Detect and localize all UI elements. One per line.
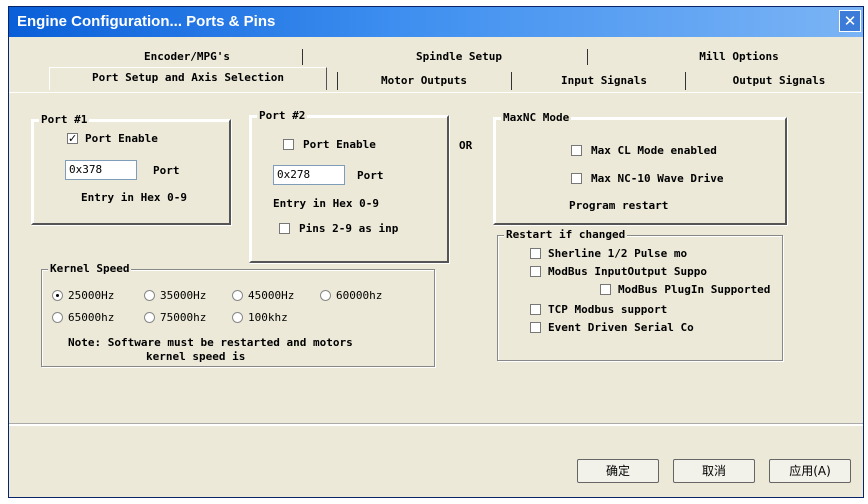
kernel-option-label: 25000Hz: [68, 289, 115, 302]
tab-divider: [587, 49, 588, 65]
tab-divider: [302, 49, 303, 65]
port2-group: Port #2 Port Enable 0x278 Port Entry in …: [249, 109, 449, 263]
port2-hint: Entry in Hex 0-9: [273, 197, 379, 210]
close-icon[interactable]: ✕: [839, 10, 861, 32]
tab-divider: [337, 72, 338, 90]
kernel-radio-100k[interactable]: [232, 312, 243, 323]
kernel-note-line1: Note: Software must be restarted and mot…: [68, 336, 353, 349]
tab-mill-options[interactable]: Mill Options: [629, 48, 849, 66]
tab-divider: [511, 72, 512, 90]
port1-enable-label: Port Enable: [85, 132, 158, 145]
kernel-option-label: 60000hz: [336, 289, 383, 302]
tab-spindle-setup[interactable]: Spindle Setup: [349, 48, 569, 66]
tab-motor-outputs[interactable]: Motor Outputs: [349, 72, 499, 90]
tcp-modbus-label: TCP Modbus support: [548, 303, 668, 316]
title-bar: Engine Configuration... Ports & Pins ✕: [9, 7, 863, 37]
cancel-button[interactable]: 取消: [673, 459, 755, 483]
maxnc-restart-note: Program restart: [569, 199, 669, 212]
serial-label: Event Driven Serial Co: [548, 321, 694, 334]
apply-button[interactable]: 应用(A): [769, 459, 851, 483]
maxnc-wave-checkbox[interactable]: [571, 173, 582, 184]
tab-panel-edge: [9, 92, 863, 93]
port1-address-label: Port: [153, 164, 180, 177]
restart-title: Restart if changed: [504, 228, 628, 241]
modbus-io-checkbox[interactable]: [530, 266, 541, 277]
tab-encoder-mpg[interactable]: Encoder/MPG's: [77, 48, 297, 66]
tcp-modbus-checkbox[interactable]: [530, 304, 541, 315]
tab-port-setup[interactable]: Port Setup and Axis Selection: [49, 67, 327, 90]
kernel-radio-65000[interactable]: [52, 312, 63, 323]
port2-address-input[interactable]: 0x278: [273, 165, 345, 185]
maxnc-wave-label: Max NC-10 Wave Drive: [591, 172, 724, 185]
kernel-radio-60000[interactable]: [320, 290, 331, 301]
engine-config-window: Engine Configuration... Ports & Pins ✕ E…: [8, 6, 864, 498]
port2-enable-label: Port Enable: [303, 138, 376, 151]
modbus-plugin-checkbox[interactable]: [600, 284, 611, 295]
ok-button[interactable]: 确定: [577, 459, 659, 483]
port2-pins-label: Pins 2-9 as inp: [299, 222, 399, 235]
kernel-speed-group: Kernel Speed 25000Hz 35000Hz 45000Hz 600…: [41, 262, 435, 367]
sherline-checkbox[interactable]: [530, 248, 541, 259]
serial-checkbox[interactable]: [530, 322, 541, 333]
kernel-speed-title: Kernel Speed: [48, 262, 132, 275]
port1-hint: Entry in Hex 0-9: [81, 191, 187, 204]
kernel-option-label: 35000Hz: [160, 289, 207, 302]
port1-group: Port #1 ✓ Port Enable 0x378 Port Entry i…: [31, 113, 231, 225]
kernel-radio-45000[interactable]: [232, 290, 243, 301]
footer-divider: [9, 423, 863, 426]
modbus-io-label: ModBus InputOutput Suppo: [548, 265, 707, 278]
port1-title: Port #1: [39, 113, 90, 126]
restart-group: Restart if changed Sherline 1/2 Pulse mo…: [497, 228, 783, 361]
port1-address-input[interactable]: 0x378: [65, 160, 137, 180]
port2-address-label: Port: [357, 169, 384, 182]
port2-title: Port #2: [257, 109, 308, 122]
port2-pins-checkbox[interactable]: [279, 223, 290, 234]
kernel-option-label: 45000Hz: [248, 289, 295, 302]
kernel-option-label: 75000hz: [160, 311, 207, 324]
maxnc-group: MaxNC Mode Max CL Mode enabled Max NC-10…: [493, 111, 787, 225]
kernel-radio-25000[interactable]: [52, 290, 63, 301]
port1-enable-checkbox[interactable]: ✓: [67, 133, 78, 144]
tab-input-signals[interactable]: Input Signals: [524, 72, 684, 90]
sherline-label: Sherline 1/2 Pulse mo: [548, 247, 688, 260]
kernel-note-line2: kernel speed is: [146, 350, 246, 363]
kernel-radio-35000[interactable]: [144, 290, 155, 301]
kernel-radio-75000[interactable]: [144, 312, 155, 323]
port2-enable-checkbox[interactable]: [283, 139, 294, 150]
or-label: OR: [459, 139, 473, 152]
modbus-plugin-label: ModBus PlugIn Supported: [618, 283, 771, 296]
window-title: Engine Configuration... Ports & Pins: [17, 13, 276, 30]
kernel-option-label: 65000hz: [68, 311, 115, 324]
maxnc-title: MaxNC Mode: [501, 111, 572, 124]
maxnc-cl-checkbox[interactable]: [571, 145, 582, 156]
tab-divider: [685, 72, 686, 90]
maxnc-cl-label: Max CL Mode enabled: [591, 144, 717, 157]
kernel-option-label: 100khz: [248, 311, 288, 324]
tab-output-signals[interactable]: Output Signals: [699, 72, 859, 90]
